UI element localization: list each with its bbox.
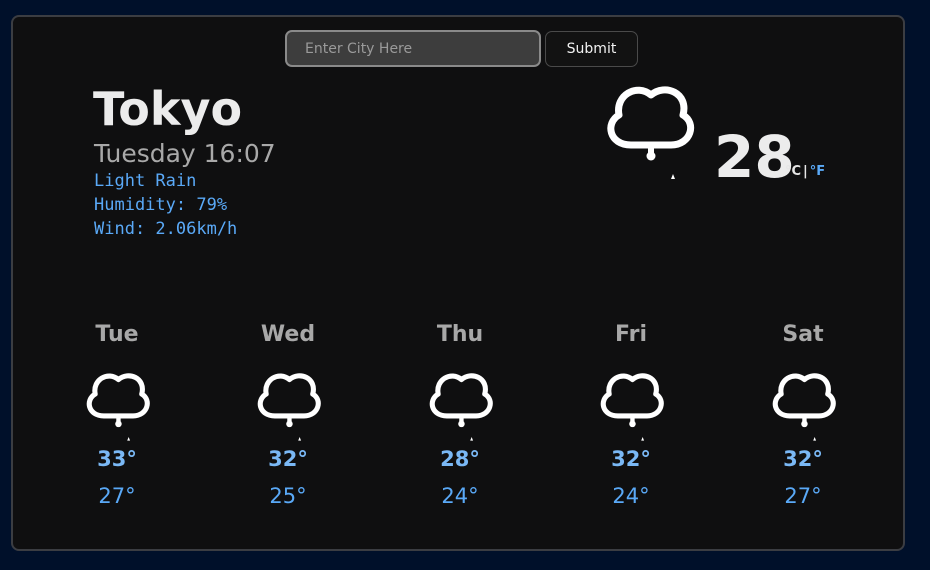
forecast-day-name: Thu: [436, 322, 484, 347]
forecast-high-temp: 32°: [611, 447, 651, 471]
forecast-low-temp: 25°: [269, 484, 307, 508]
unit-separator: |: [803, 164, 808, 179]
fahrenheit-toggle[interactable]: °F: [810, 164, 825, 179]
unit-toggle: °C | °F: [785, 163, 825, 181]
forecast-low-temp: 24°: [612, 484, 650, 508]
weather-condition: Light Rain: [94, 171, 197, 191]
forecast-day-name: Sat: [782, 322, 824, 347]
submit-button[interactable]: Submit: [545, 31, 638, 67]
forecast-day: Sat 32° 27°: [743, 321, 863, 510]
light-rain-icon: [429, 373, 493, 441]
forecast-low-temp: 24°: [441, 484, 479, 508]
weather-card: Submit Tokyo Tuesday 16:07 Light Rain Hu…: [11, 15, 905, 551]
forecast-day: Tue 33° 27°: [57, 321, 177, 510]
forecast-high-temp: 33°: [97, 447, 137, 471]
forecast-high-temp: 28°: [440, 447, 480, 471]
forecast-day: Wed 32° 25°: [228, 321, 348, 510]
forecast-day-name: Tue: [95, 322, 139, 347]
forecast-high-temp: 32°: [783, 447, 823, 471]
forecast-day-name: Fri: [614, 322, 647, 347]
forecast-day: Fri 32° 24°: [571, 321, 691, 510]
forecast-low-temp: 27°: [98, 484, 136, 508]
light-rain-icon: [607, 86, 695, 179]
humidity-readout: Humidity: 79%: [94, 195, 228, 215]
wind-readout: Wind: 2.06km/h: [94, 219, 238, 239]
light-rain-icon: [772, 373, 836, 441]
light-rain-icon: [600, 373, 664, 441]
forecast-low-temp: 27°: [784, 484, 822, 508]
forecast-day: Thu 28° 24°: [400, 321, 520, 510]
city-name: Tokyo: [93, 82, 243, 136]
city-search-input[interactable]: [285, 30, 541, 67]
forecast-high-temp: 32°: [268, 447, 308, 471]
celsius-toggle[interactable]: °C: [785, 164, 801, 179]
light-rain-icon: [86, 373, 150, 441]
forecast-day-name: Wed: [260, 322, 316, 347]
light-rain-icon: [257, 373, 321, 441]
current-temperature: 28: [714, 123, 795, 191]
current-datetime: Tuesday 16:07: [94, 139, 276, 168]
